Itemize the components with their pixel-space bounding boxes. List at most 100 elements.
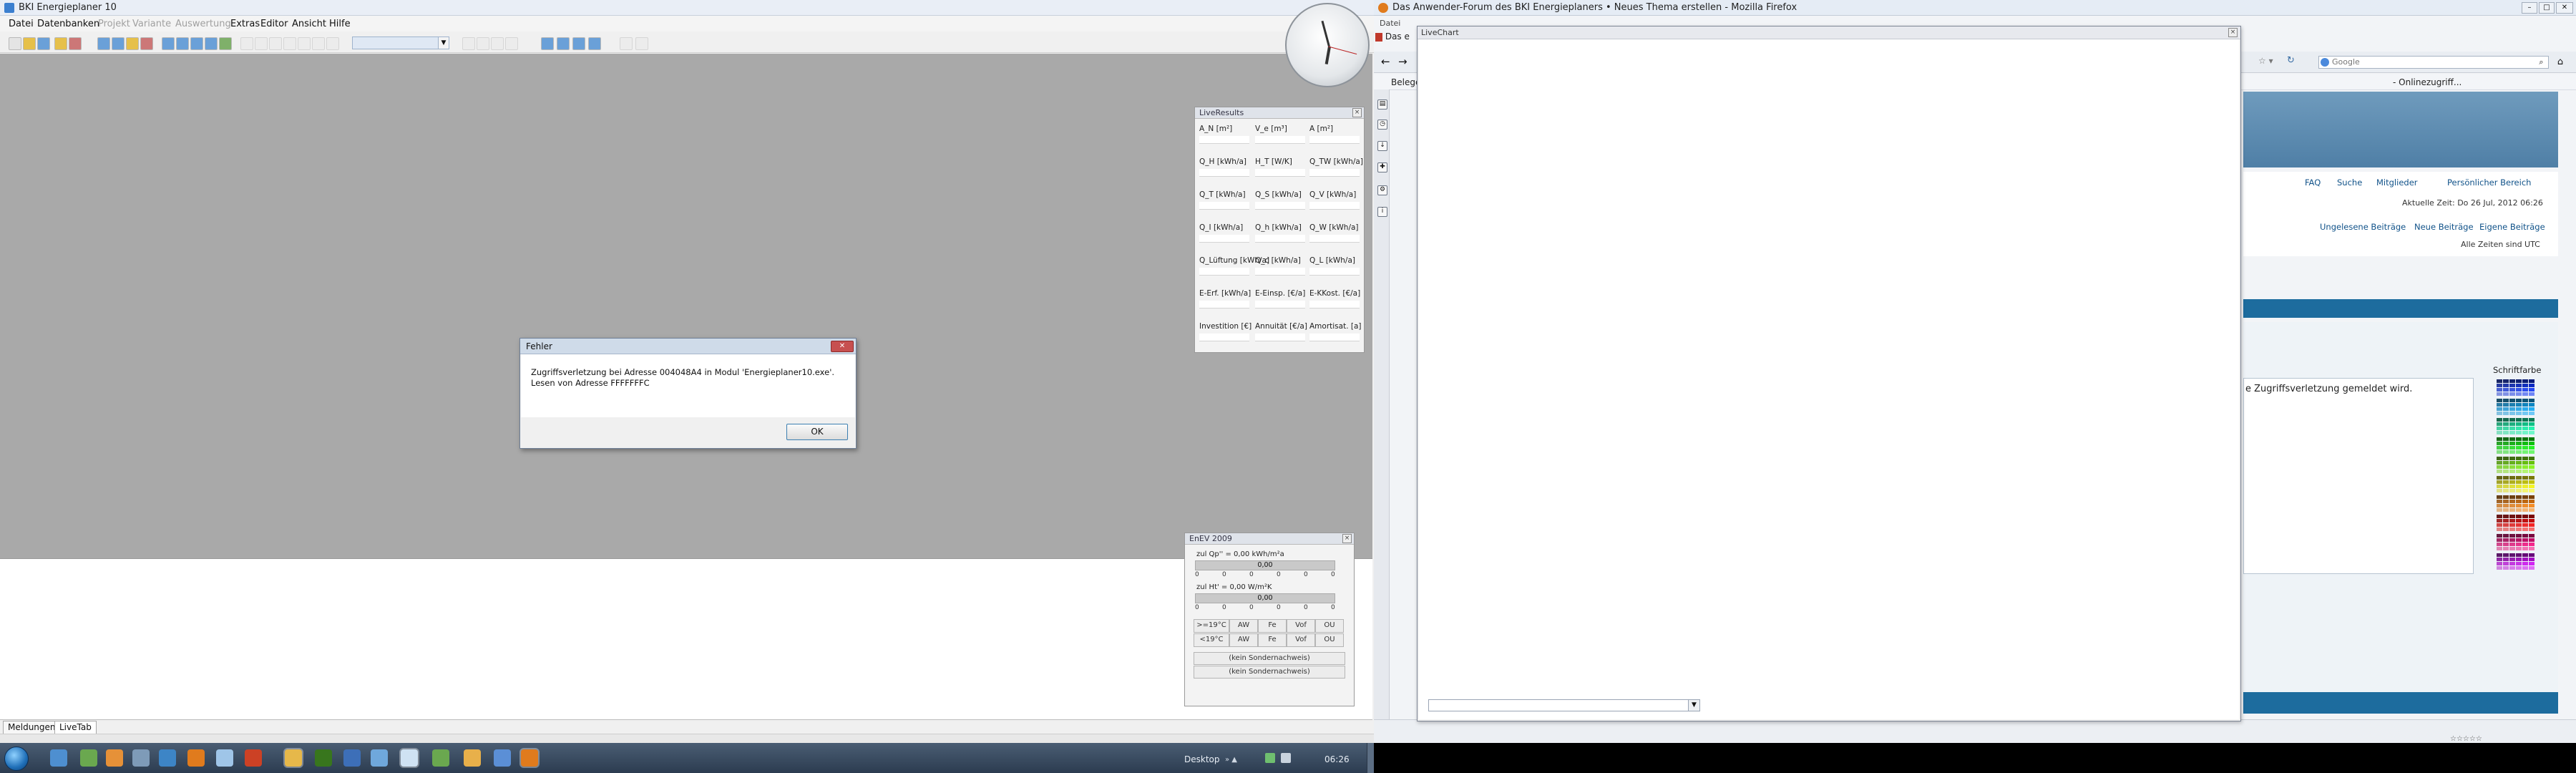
- color-swatch[interactable]: [2529, 558, 2534, 561]
- color-swatch[interactable]: [2529, 523, 2534, 527]
- color-swatch[interactable]: [2509, 538, 2515, 542]
- color-swatch[interactable]: [2497, 558, 2502, 561]
- color-swatch[interactable]: [2509, 558, 2515, 561]
- color-swatch[interactable]: [2497, 403, 2502, 407]
- forum-link-persoenlich[interactable]: Persönlicher Bereich: [2447, 178, 2531, 188]
- color-swatch[interactable]: [2529, 461, 2534, 465]
- color-swatch[interactable]: [2497, 508, 2502, 512]
- enev-row1-button[interactable]: Vof: [1287, 619, 1315, 633]
- color-swatch[interactable]: [2503, 465, 2509, 469]
- color-swatch[interactable]: [2522, 465, 2528, 469]
- help-icon[interactable]: [126, 37, 139, 50]
- close-icon[interactable]: ×: [1352, 108, 1362, 117]
- color-swatch[interactable]: [2516, 392, 2522, 396]
- color-swatch[interactable]: [2497, 534, 2502, 538]
- tools-icon[interactable]: [140, 37, 153, 50]
- color-swatch[interactable]: [2509, 450, 2515, 454]
- color-swatch[interactable]: [2497, 523, 2502, 527]
- color-swatch[interactable]: [2516, 515, 2522, 518]
- down-icon[interactable]: [312, 37, 325, 50]
- color-palette[interactable]: [2497, 379, 2537, 573]
- color-swatch[interactable]: [2509, 508, 2515, 512]
- folder-icon[interactable]: [54, 37, 67, 50]
- color-swatch[interactable]: [2497, 457, 2502, 460]
- color-swatch[interactable]: [2522, 558, 2528, 561]
- sondernachweis-button-2[interactable]: (kein Sondernachweis): [1194, 666, 1345, 679]
- reload-icon[interactable]: ↻: [2287, 55, 2295, 66]
- color-swatch[interactable]: [2497, 566, 2502, 570]
- link-icon[interactable]: [505, 37, 518, 50]
- color-swatch[interactable]: [2529, 504, 2534, 507]
- color-swatch[interactable]: [2522, 562, 2528, 565]
- color-swatch[interactable]: [2509, 515, 2515, 518]
- color-swatch[interactable]: [2497, 480, 2502, 484]
- color-swatch[interactable]: [2529, 379, 2534, 383]
- info-icon[interactable]: i: [1377, 207, 1387, 217]
- color-swatch[interactable]: [2516, 465, 2522, 469]
- color-swatch[interactable]: [2522, 519, 2528, 522]
- color-swatch[interactable]: [2522, 446, 2528, 449]
- color-swatch[interactable]: [2522, 407, 2528, 411]
- color-swatch[interactable]: [2529, 495, 2534, 499]
- color-swatch[interactable]: [2522, 547, 2528, 550]
- redo-icon[interactable]: [635, 37, 648, 50]
- color-swatch[interactable]: [2509, 437, 2515, 441]
- color-swatch[interactable]: [2529, 566, 2534, 570]
- color-swatch[interactable]: [2522, 412, 2528, 415]
- ok-button[interactable]: OK: [786, 424, 848, 440]
- color-swatch[interactable]: [2516, 485, 2522, 488]
- color-swatch[interactable]: [2522, 500, 2528, 503]
- color-swatch[interactable]: [2497, 388, 2502, 392]
- color-swatch[interactable]: [2529, 562, 2534, 565]
- color-swatch[interactable]: [2516, 431, 2522, 434]
- enev-row1-button[interactable]: OU: [1315, 619, 1344, 633]
- color-swatch[interactable]: [2522, 403, 2528, 407]
- color-swatch[interactable]: [2503, 388, 2509, 392]
- color-swatch[interactable]: [2529, 446, 2534, 449]
- color-swatch[interactable]: [2497, 547, 2502, 550]
- color-swatch[interactable]: [2497, 431, 2502, 434]
- color-swatch[interactable]: [2497, 470, 2502, 473]
- color-swatch[interactable]: [2497, 461, 2502, 465]
- page-paste-icon[interactable]: [491, 37, 504, 50]
- dialog-close-button[interactable]: ✕: [831, 341, 854, 352]
- color-swatch[interactable]: [2529, 403, 2534, 407]
- history-icon[interactable]: ◷: [1377, 120, 1387, 130]
- color-swatch[interactable]: [2509, 407, 2515, 411]
- color-swatch[interactable]: [2509, 431, 2515, 434]
- color-swatch[interactable]: [2516, 558, 2522, 561]
- color-swatch[interactable]: [2497, 422, 2502, 426]
- forum-link-suche[interactable]: Suche: [2337, 178, 2362, 188]
- color-swatch[interactable]: [2503, 437, 2509, 441]
- color-swatch[interactable]: [2509, 427, 2515, 430]
- color-swatch[interactable]: [2509, 465, 2515, 469]
- color-swatch[interactable]: [2497, 450, 2502, 454]
- color-swatch[interactable]: [2497, 392, 2502, 396]
- color-swatch[interactable]: [2529, 427, 2534, 430]
- spreadsheet-icon[interactable]: [432, 749, 449, 767]
- folder-icon[interactable]: [285, 749, 302, 767]
- menu-ansicht[interactable]: Ansicht: [292, 19, 326, 29]
- color-swatch[interactable]: [2529, 476, 2534, 480]
- winamp-icon[interactable]: [80, 749, 97, 767]
- color-swatch[interactable]: [2516, 461, 2522, 465]
- color-swatch[interactable]: [2516, 403, 2522, 407]
- color-swatch[interactable]: [2516, 407, 2522, 411]
- color-swatch[interactable]: [2503, 427, 2509, 430]
- vlc-icon[interactable]: [106, 749, 123, 767]
- color-swatch[interactable]: [2522, 489, 2528, 492]
- color-swatch[interactable]: [2503, 500, 2509, 503]
- start-button[interactable]: [4, 747, 29, 771]
- color-swatch[interactable]: [2509, 485, 2515, 488]
- enev-row1-button[interactable]: AW: [1229, 619, 1258, 633]
- color-swatch[interactable]: [2516, 480, 2522, 484]
- color-swatch[interactable]: [2516, 528, 2522, 531]
- home-icon[interactable]: ⌂: [2553, 55, 2567, 69]
- color-swatch[interactable]: [2503, 547, 2509, 550]
- color-swatch[interactable]: [2503, 422, 2509, 426]
- color-swatch[interactable]: [2503, 495, 2509, 499]
- color-swatch[interactable]: [2522, 379, 2528, 383]
- color-swatch[interactable]: [2509, 392, 2515, 396]
- color-swatch[interactable]: [2529, 543, 2534, 546]
- color-swatch[interactable]: [2529, 399, 2534, 402]
